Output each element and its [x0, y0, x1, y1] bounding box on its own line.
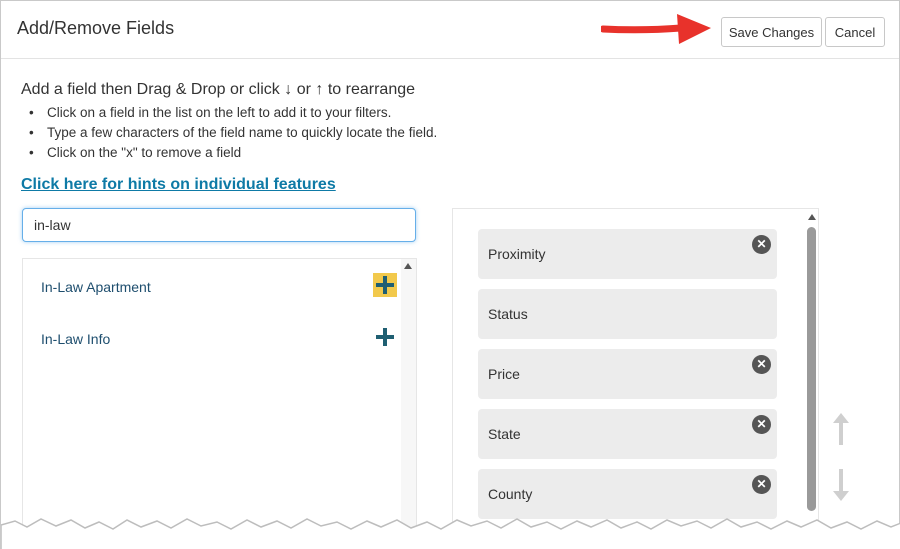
arrow-up-icon: ↑: [315, 81, 324, 98]
instructions-lead: Add a field then Drag & Drop or click: [21, 81, 280, 98]
list-item-in-law-info[interactable]: In-Law Info: [41, 331, 110, 347]
instructions-list: Click on a field in the list on the left…: [27, 103, 437, 163]
selected-field-price[interactable]: Price ✕: [478, 349, 777, 399]
plus-icon[interactable]: [373, 273, 397, 297]
arrow-down-icon[interactable]: [833, 469, 849, 501]
arrow-down-icon: ↓: [284, 81, 293, 98]
hints-link[interactable]: Click here for hints on individual featu…: [21, 176, 336, 194]
selected-field-label: Status: [488, 306, 528, 322]
save-changes-button[interactable]: Save Changes: [721, 17, 822, 47]
red-arrow-icon: [601, 14, 711, 44]
field-search-input[interactable]: [22, 208, 416, 242]
instruction-item: Click on the "x" to remove a field: [27, 143, 437, 163]
cancel-button[interactable]: Cancel: [825, 17, 885, 47]
torn-edge: [1, 518, 900, 549]
instructions-heading: Add a field then Drag & Drop or click ↓ …: [21, 81, 415, 99]
dialog-title: Add/Remove Fields: [17, 18, 175, 38]
instruction-item: Type a few characters of the field name …: [27, 123, 437, 143]
x-circle-icon[interactable]: ✕: [752, 415, 771, 434]
right-list-scrollbar[interactable]: [805, 209, 819, 549]
selected-field-label: County: [488, 486, 533, 502]
x-circle-icon[interactable]: ✕: [752, 475, 771, 494]
list-item-in-law-apartment[interactable]: In-Law Apartment: [41, 279, 151, 295]
scroll-up-icon[interactable]: [808, 214, 816, 220]
available-fields-list: In-Law Apartment In-Law Info: [22, 258, 417, 549]
selected-field-label: Proximity: [488, 246, 546, 262]
selected-field-label: Price: [488, 366, 520, 382]
selected-field-status[interactable]: Status: [478, 289, 777, 339]
plus-icon[interactable]: [373, 325, 397, 349]
left-list-scrollbar[interactable]: [401, 259, 416, 549]
selected-field-state[interactable]: State ✕: [478, 409, 777, 459]
instructions-tail: to rearrange: [327, 81, 416, 98]
selected-field-label: State: [488, 426, 521, 442]
selected-fields-list: Proximity ✕ Status Price ✕ State ✕ Count…: [452, 208, 819, 549]
add-remove-fields-dialog: Add/Remove Fields Save Changes Cancel Ad…: [0, 0, 900, 549]
x-circle-icon[interactable]: ✕: [752, 355, 771, 374]
x-circle-icon[interactable]: ✕: [752, 235, 771, 254]
arrow-up-icon[interactable]: [833, 413, 849, 445]
selected-field-proximity[interactable]: Proximity ✕: [478, 229, 777, 279]
scroll-up-icon[interactable]: [404, 263, 412, 269]
scrollbar-thumb[interactable]: [807, 227, 816, 511]
dialog-header: Add/Remove Fields Save Changes Cancel: [1, 1, 899, 59]
instruction-item: Click on a field in the list on the left…: [27, 103, 437, 123]
instructions-or: or: [296, 81, 311, 98]
